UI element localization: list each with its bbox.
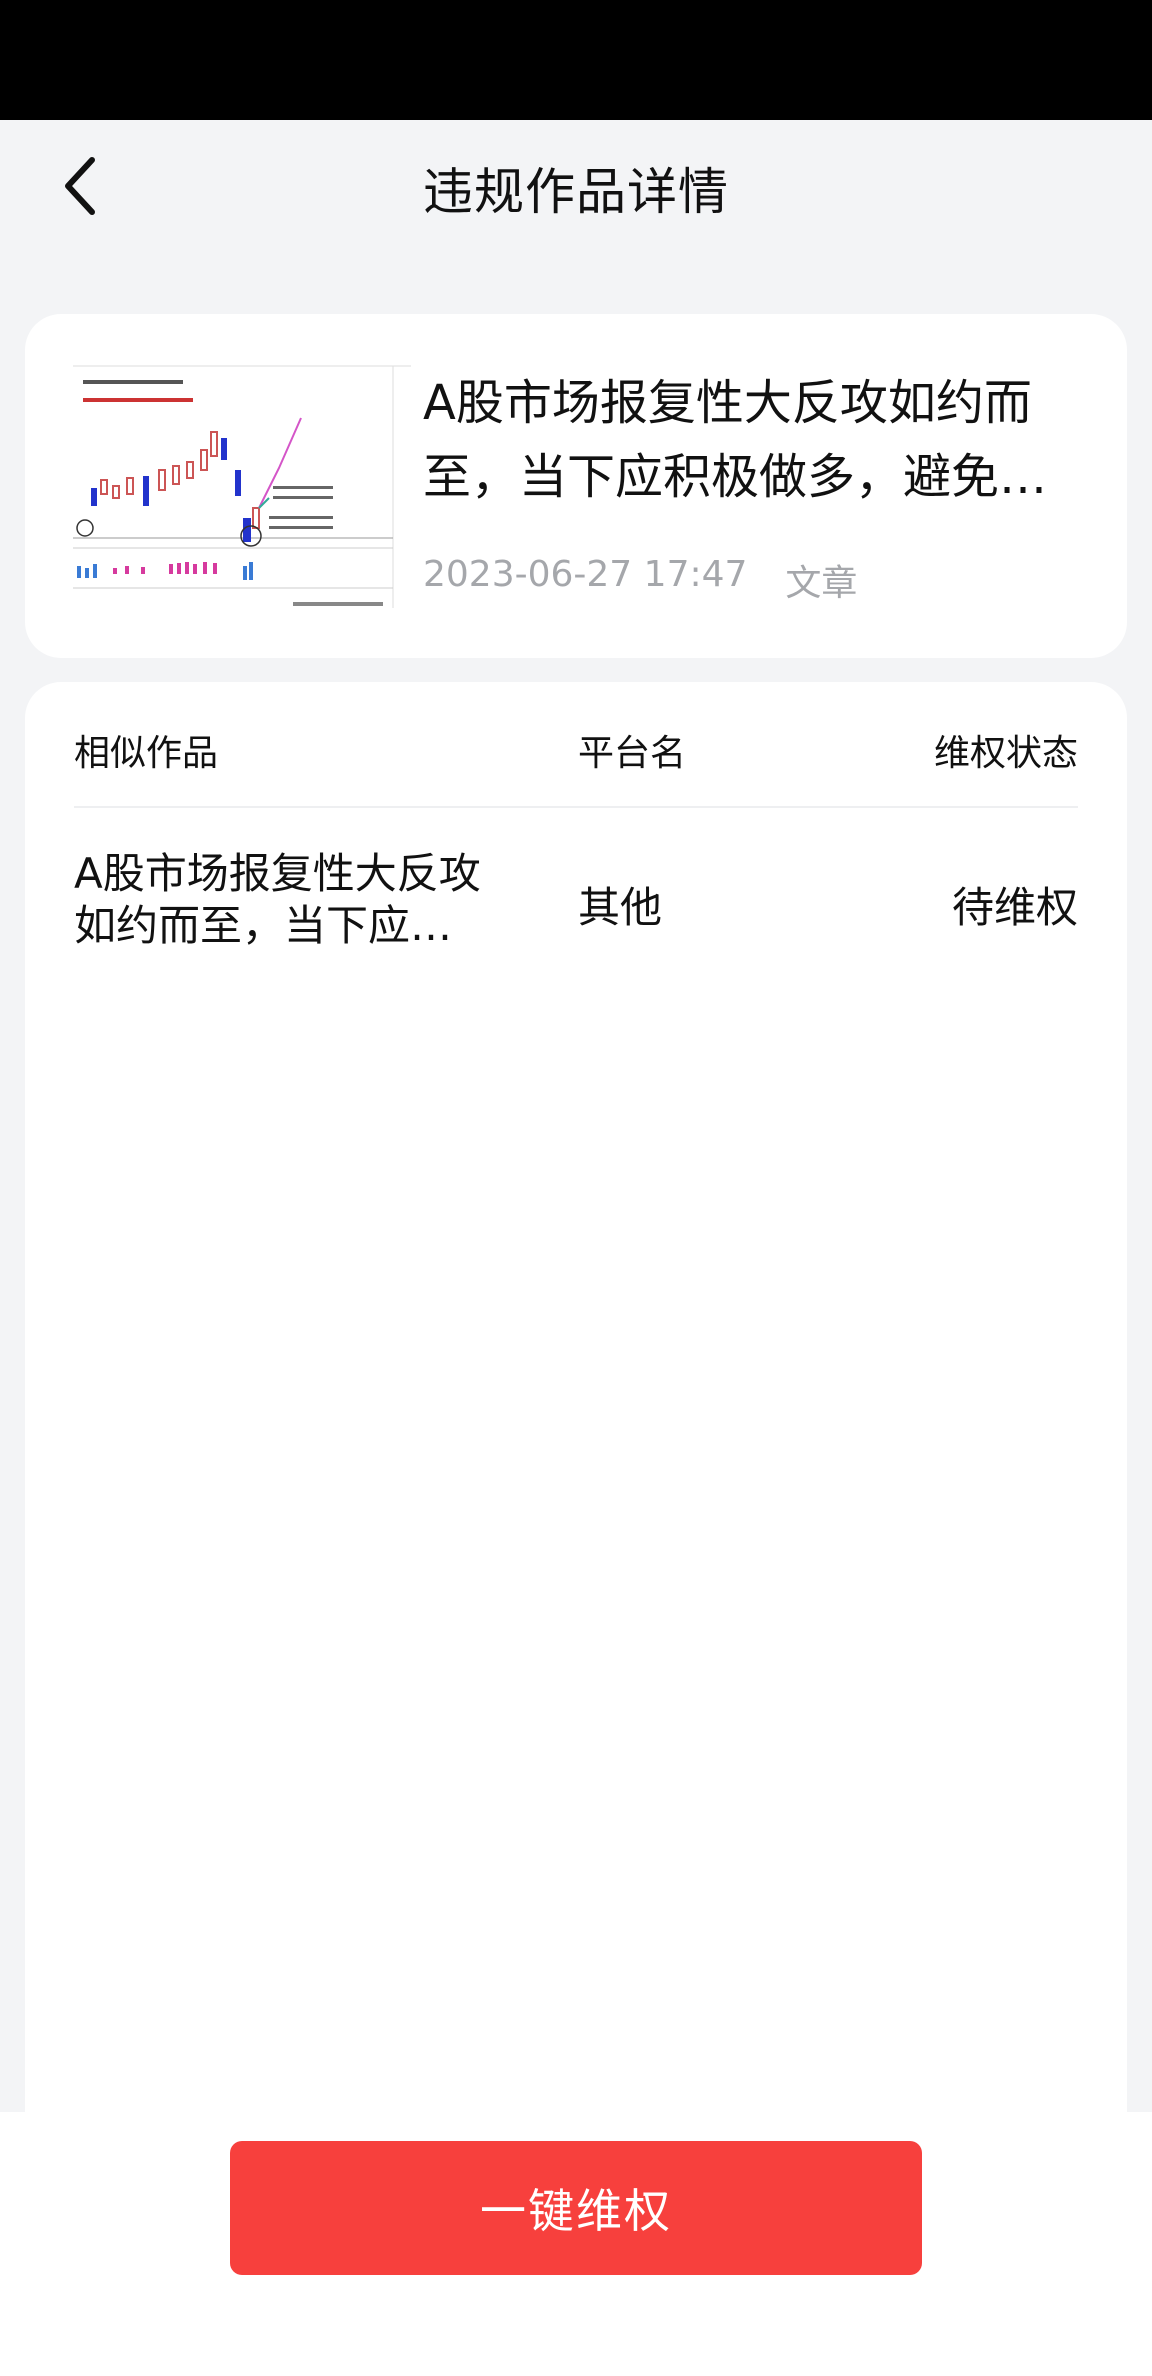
work-date: 2023-06-27 17:47 — [423, 554, 748, 595]
table-header: 相似作品 平台名 维权状态 — [74, 682, 1078, 808]
back-button[interactable] — [44, 150, 116, 222]
column-header-status: 维权状态 — [933, 733, 1078, 774]
stock-chart-thumbnail — [73, 358, 411, 620]
row-work-title: A股市场报复性大反攻如约而至，当下应… — [74, 849, 481, 950]
page-title: 违规作品详情 — [423, 163, 729, 221]
bottom-bar: 一键维权 — [0, 2112, 1152, 2376]
table-row[interactable]: A股市场报复性大反攻如约而至，当下应… 其他 待维权 — [74, 808, 1078, 988]
work-card[interactable]: A股市场报复性大反攻如约而至，当下应积极做多，避免… 2023-06-27 17… — [25, 314, 1127, 658]
column-header-platform: 平台名 — [578, 733, 687, 774]
work-thumbnail — [73, 358, 411, 620]
row-status: 待维权 — [951, 883, 1078, 932]
one-click-protect-button[interactable]: 一键维权 — [230, 2141, 922, 2275]
work-title: A股市场报复性大反攻如约而至，当下应积极做多，避免… — [423, 375, 1048, 505]
similar-works-table: 相似作品 平台名 维权状态 A股市场报复性大反攻如约而至，当下应… 其他 待维权 — [25, 682, 1127, 2122]
work-meta: 2023-06-27 17:47 文章 — [423, 554, 857, 606]
column-header-work: 相似作品 — [74, 733, 219, 774]
work-type: 文章 — [785, 563, 858, 604]
status-bar — [0, 0, 1152, 120]
row-platform: 其他 — [578, 883, 663, 932]
chevron-left-icon — [65, 157, 95, 215]
nav-bar: 违规作品详情 — [0, 120, 1152, 256]
